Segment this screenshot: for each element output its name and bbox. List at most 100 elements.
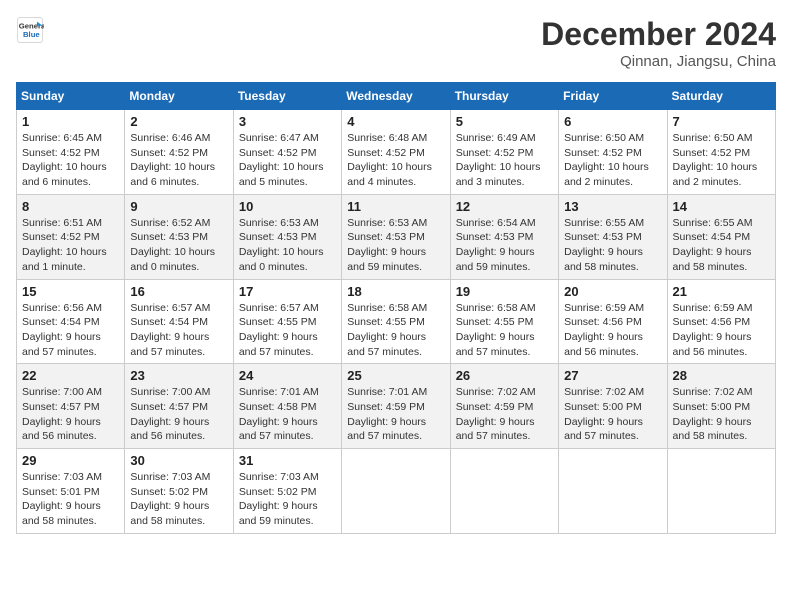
- day-number: 28: [673, 368, 770, 383]
- calendar-cell: 11 Sunrise: 6:53 AMSunset: 4:53 PMDayligh…: [342, 194, 450, 279]
- day-number: 31: [239, 453, 336, 468]
- day-number: 18: [347, 284, 444, 299]
- day-detail: Sunrise: 6:53 AMSunset: 4:53 PMDaylight:…: [347, 216, 444, 275]
- day-detail: Sunrise: 6:51 AMSunset: 4:52 PMDaylight:…: [22, 216, 119, 275]
- weekday-header-wednesday: Wednesday: [342, 83, 450, 110]
- calendar-cell: 27 Sunrise: 7:02 AMSunset: 5:00 PMDayligh…: [559, 364, 667, 449]
- day-detail: Sunrise: 6:57 AMSunset: 4:54 PMDaylight:…: [130, 301, 227, 360]
- day-number: 11: [347, 199, 444, 214]
- day-number: 16: [130, 284, 227, 299]
- calendar-cell: 23 Sunrise: 7:00 AMSunset: 4:57 PMDayligh…: [125, 364, 233, 449]
- calendar-cell: 15 Sunrise: 6:56 AMSunset: 4:54 PMDayligh…: [17, 279, 125, 364]
- calendar-cell: 13 Sunrise: 6:55 AMSunset: 4:53 PMDayligh…: [559, 194, 667, 279]
- day-detail: Sunrise: 6:46 AMSunset: 4:52 PMDaylight:…: [130, 131, 227, 190]
- calendar-cell: 8Sunrise: 6:51 AMSunset: 4:52 PMDaylight…: [17, 194, 125, 279]
- day-number: 14: [673, 199, 770, 214]
- day-detail: Sunrise: 6:55 AMSunset: 4:53 PMDaylight:…: [564, 216, 661, 275]
- day-number: 27: [564, 368, 661, 383]
- calendar-cell: 25 Sunrise: 7:01 AMSunset: 4:59 PMDayligh…: [342, 364, 450, 449]
- day-number: 5: [456, 114, 553, 129]
- day-detail: Sunrise: 7:02 AMSunset: 4:59 PMDaylight:…: [456, 385, 553, 444]
- svg-text:Blue: Blue: [23, 30, 40, 39]
- day-number: 1: [22, 114, 119, 129]
- day-detail: Sunrise: 6:49 AMSunset: 4:52 PMDaylight:…: [456, 131, 553, 190]
- calendar-cell: [450, 449, 558, 534]
- calendar-cell: 16 Sunrise: 6:57 AMSunset: 4:54 PMDayligh…: [125, 279, 233, 364]
- day-detail: Sunrise: 6:56 AMSunset: 4:54 PMDaylight:…: [22, 301, 119, 360]
- day-number: 25: [347, 368, 444, 383]
- day-detail: Sunrise: 7:03 AMSunset: 5:01 PMDaylight:…: [22, 470, 119, 529]
- day-detail: Sunrise: 6:50 AMSunset: 4:52 PMDaylight:…: [673, 131, 770, 190]
- day-detail: Sunrise: 6:54 AMSunset: 4:53 PMDaylight:…: [456, 216, 553, 275]
- calendar-cell: 19Sunrise: 6:58 AMSunset: 4:55 PMDayligh…: [450, 279, 558, 364]
- location: Qinnan, Jiangsu, China: [541, 53, 776, 70]
- day-number: 23: [130, 368, 227, 383]
- day-detail: Sunrise: 6:45 AMSunset: 4:52 PMDaylight:…: [22, 131, 119, 190]
- day-number: 15: [22, 284, 119, 299]
- day-detail: Sunrise: 7:02 AMSunset: 5:00 PMDaylight:…: [673, 385, 770, 444]
- calendar-cell: 22Sunrise: 7:00 AMSunset: 4:57 PMDayligh…: [17, 364, 125, 449]
- calendar-cell: [559, 449, 667, 534]
- weekday-header-friday: Friday: [559, 83, 667, 110]
- weekday-header-saturday: Saturday: [667, 83, 775, 110]
- day-number: 13: [564, 199, 661, 214]
- day-detail: Sunrise: 6:59 AMSunset: 4:56 PMDaylight:…: [673, 301, 770, 360]
- calendar-week-2: 8Sunrise: 6:51 AMSunset: 4:52 PMDaylight…: [17, 194, 776, 279]
- day-detail: Sunrise: 6:52 AMSunset: 4:53 PMDaylight:…: [130, 216, 227, 275]
- day-detail: Sunrise: 6:59 AMSunset: 4:56 PMDaylight:…: [564, 301, 661, 360]
- weekday-header-monday: Monday: [125, 83, 233, 110]
- day-number: 30: [130, 453, 227, 468]
- calendar-table: SundayMondayTuesdayWednesdayThursdayFrid…: [16, 82, 776, 534]
- day-number: 7: [673, 114, 770, 129]
- weekday-header-thursday: Thursday: [450, 83, 558, 110]
- day-detail: Sunrise: 6:58 AMSunset: 4:55 PMDaylight:…: [347, 301, 444, 360]
- calendar-cell: 9Sunrise: 6:52 AMSunset: 4:53 PMDaylight…: [125, 194, 233, 279]
- calendar-cell: 26 Sunrise: 7:02 AMSunset: 4:59 PMDayligh…: [450, 364, 558, 449]
- day-number: 6: [564, 114, 661, 129]
- day-detail: Sunrise: 7:00 AMSunset: 4:57 PMDaylight:…: [22, 385, 119, 444]
- weekday-header-row: SundayMondayTuesdayWednesdayThursdayFrid…: [17, 83, 776, 110]
- day-number: 12: [456, 199, 553, 214]
- day-detail: Sunrise: 6:48 AMSunset: 4:52 PMDaylight:…: [347, 131, 444, 190]
- day-number: 2: [130, 114, 227, 129]
- calendar-week-4: 22Sunrise: 7:00 AMSunset: 4:57 PMDayligh…: [17, 364, 776, 449]
- calendar-cell: 10Sunrise: 6:53 AMSunset: 4:53 PMDayligh…: [233, 194, 341, 279]
- day-detail: Sunrise: 7:01 AMSunset: 4:59 PMDaylight:…: [347, 385, 444, 444]
- calendar-cell: 12 Sunrise: 6:54 AMSunset: 4:53 PMDayligh…: [450, 194, 558, 279]
- title-block: December 2024 Qinnan, Jiangsu, China: [541, 16, 776, 70]
- day-number: 19: [456, 284, 553, 299]
- calendar-cell: 30Sunrise: 7:03 AMSunset: 5:02 PMDayligh…: [125, 449, 233, 534]
- calendar-week-1: 1 Sunrise: 6:45 AMSunset: 4:52 PMDaylight…: [17, 110, 776, 195]
- day-number: 3: [239, 114, 336, 129]
- calendar-cell: 28 Sunrise: 7:02 AMSunset: 5:00 PMDayligh…: [667, 364, 775, 449]
- calendar-week-3: 15 Sunrise: 6:56 AMSunset: 4:54 PMDayligh…: [17, 279, 776, 364]
- day-detail: Sunrise: 6:57 AMSunset: 4:55 PMDaylight:…: [239, 301, 336, 360]
- logo-icon: General Blue: [16, 16, 44, 44]
- day-number: 20: [564, 284, 661, 299]
- day-number: 29: [22, 453, 119, 468]
- calendar-cell: 18 Sunrise: 6:58 AMSunset: 4:55 PMDayligh…: [342, 279, 450, 364]
- day-detail: Sunrise: 7:02 AMSunset: 5:00 PMDaylight:…: [564, 385, 661, 444]
- calendar-cell: 20 Sunrise: 6:59 AMSunset: 4:56 PMDayligh…: [559, 279, 667, 364]
- day-number: 26: [456, 368, 553, 383]
- calendar-cell: 29 Sunrise: 7:03 AMSunset: 5:01 PMDayligh…: [17, 449, 125, 534]
- day-detail: Sunrise: 7:01 AMSunset: 4:58 PMDaylight:…: [239, 385, 336, 444]
- calendar-cell: 4Sunrise: 6:48 AMSunset: 4:52 PMDaylight…: [342, 110, 450, 195]
- calendar-cell: 21 Sunrise: 6:59 AMSunset: 4:56 PMDayligh…: [667, 279, 775, 364]
- day-number: 24: [239, 368, 336, 383]
- calendar-cell: 7 Sunrise: 6:50 AMSunset: 4:52 PMDaylight…: [667, 110, 775, 195]
- day-detail: Sunrise: 6:47 AMSunset: 4:52 PMDaylight:…: [239, 131, 336, 190]
- weekday-header-sunday: Sunday: [17, 83, 125, 110]
- day-number: 17: [239, 284, 336, 299]
- day-detail: Sunrise: 6:50 AMSunset: 4:52 PMDaylight:…: [564, 131, 661, 190]
- calendar-cell: 24 Sunrise: 7:01 AMSunset: 4:58 PMDayligh…: [233, 364, 341, 449]
- day-number: 21: [673, 284, 770, 299]
- calendar-cell: 31Sunrise: 7:03 AMSunset: 5:02 PMDayligh…: [233, 449, 341, 534]
- calendar-cell: [342, 449, 450, 534]
- weekday-header-tuesday: Tuesday: [233, 83, 341, 110]
- day-detail: Sunrise: 7:00 AMSunset: 4:57 PMDaylight:…: [130, 385, 227, 444]
- calendar-cell: 17 Sunrise: 6:57 AMSunset: 4:55 PMDayligh…: [233, 279, 341, 364]
- calendar-cell: 6 Sunrise: 6:50 AMSunset: 4:52 PMDaylight…: [559, 110, 667, 195]
- day-number: 10: [239, 199, 336, 214]
- logo: General Blue: [16, 16, 44, 44]
